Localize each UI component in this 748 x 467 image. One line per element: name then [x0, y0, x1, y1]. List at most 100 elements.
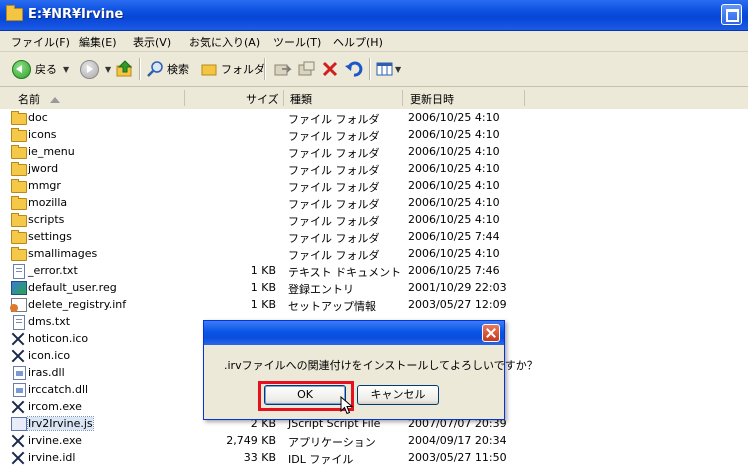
- undo-button[interactable]: [345, 59, 363, 79]
- delete-button[interactable]: [322, 59, 338, 79]
- column-date[interactable]: 更新日時: [410, 91, 454, 107]
- column-divider[interactable]: [524, 90, 525, 106]
- column-size[interactable]: サイズ: [246, 91, 279, 107]
- menu-view[interactable]: 表示(V): [133, 34, 171, 50]
- close-icon[interactable]: [482, 324, 500, 342]
- menu-help[interactable]: ヘルプ(H): [333, 34, 383, 50]
- menu-tools[interactable]: ツール(T): [273, 34, 321, 50]
- dialog-title-bar: [204, 321, 504, 345]
- dll-file-icon: [13, 366, 26, 380]
- script-file-icon: [11, 417, 27, 431]
- file-name: irvine.exe: [28, 434, 82, 447]
- forward-button[interactable]: ▼: [80, 59, 111, 79]
- irvine-icon: [11, 451, 25, 465]
- file-date: 2003/05/27 11:50: [408, 451, 507, 464]
- window-title: E:¥NR¥Irvine: [28, 7, 124, 22]
- move-to-icon: [274, 64, 292, 76]
- column-divider[interactable]: [184, 90, 185, 106]
- file-name: doc: [28, 111, 48, 124]
- search-button[interactable]: 検索: [147, 59, 189, 79]
- move-to-button[interactable]: [274, 59, 292, 79]
- chevron-down-icon[interactable]: ▼: [395, 65, 401, 74]
- column-name[interactable]: 名前: [18, 91, 60, 107]
- file-date: 2006/10/25 4:10: [408, 247, 500, 260]
- list-item[interactable]: delete_registry.inf 1 KB セットアップ情報 2003/0…: [0, 296, 748, 313]
- file-size: 33 KB: [243, 451, 276, 464]
- dialog-message: .irvファイルへの関連付けをインストールしてよろしいですか？: [224, 359, 538, 372]
- file-name: settings: [28, 230, 72, 243]
- list-item[interactable]: icons ファイル フォルダ 2006/10/25 4:10: [0, 126, 748, 143]
- file-name: smallimages: [28, 247, 98, 260]
- file-type: ファイル フォルダ: [288, 147, 380, 160]
- file-date: 2004/09/17 20:34: [408, 434, 507, 447]
- list-item[interactable]: default_user.reg 1 KB 登録エントリ 2001/10/29 …: [0, 279, 748, 296]
- file-name: default_user.reg: [28, 281, 117, 294]
- copy-to-button[interactable]: [298, 59, 316, 79]
- file-size: 1 KB: [250, 264, 276, 277]
- file-name: iras.dll: [28, 366, 65, 379]
- up-folder-button[interactable]: [116, 59, 134, 79]
- text-file-icon: [13, 315, 25, 330]
- folder-icon: [11, 128, 27, 142]
- file-type: アプリケーション: [288, 436, 376, 449]
- column-name-label: 名前: [18, 93, 40, 106]
- maximize-button[interactable]: [721, 4, 742, 25]
- text-file-icon: [13, 264, 25, 279]
- chevron-down-icon[interactable]: ▼: [105, 65, 111, 74]
- chevron-down-icon[interactable]: ▼: [63, 65, 69, 74]
- file-type: ファイル フォルダ: [288, 198, 380, 211]
- folder-icon: [11, 247, 27, 261]
- undo-icon: [345, 61, 363, 77]
- file-type: 登録エントリ: [288, 283, 354, 296]
- menu-edit[interactable]: 編集(E): [79, 34, 117, 50]
- file-name: mozilla: [28, 196, 68, 209]
- list-item[interactable]: ie_menu ファイル フォルダ 2006/10/25 4:10: [0, 143, 748, 160]
- column-divider[interactable]: [402, 90, 403, 106]
- file-date: 2006/10/25 4:10: [408, 179, 500, 192]
- file-name: dms.txt: [28, 315, 71, 328]
- cancel-button[interactable]: キャンセル: [357, 385, 439, 405]
- file-name: irvine.idl: [28, 451, 76, 464]
- column-type[interactable]: 種類: [290, 91, 312, 107]
- column-header-row: 名前 サイズ 種類 更新日時: [0, 87, 748, 110]
- search-label: 検索: [167, 63, 189, 76]
- copy-to-icon: [298, 61, 315, 76]
- file-type: セットアップ情報: [288, 300, 376, 313]
- folders-icon: [201, 64, 217, 75]
- file-size: 2,749 KB: [226, 434, 276, 447]
- menu-favorites[interactable]: お気に入り(A): [189, 34, 260, 50]
- list-item[interactable]: irvine.exe 2,749 KB アプリケーション 2004/09/17 …: [0, 432, 748, 449]
- list-item[interactable]: _error.txt 1 KB テキスト ドキュメント 2006/10/25 7…: [0, 262, 748, 279]
- list-item[interactable]: jword ファイル フォルダ 2006/10/25 4:10: [0, 160, 748, 177]
- list-item[interactable]: mmgr ファイル フォルダ 2006/10/25 4:10: [0, 177, 748, 194]
- file-name: icons: [28, 128, 57, 141]
- file-type: ファイル フォルダ: [288, 113, 380, 126]
- toolbar-separator: [264, 58, 266, 80]
- file-type: テキスト ドキュメント: [288, 266, 402, 279]
- irvine-icon: [11, 400, 25, 414]
- column-divider[interactable]: [283, 90, 284, 106]
- menu-file[interactable]: ファイル(F): [11, 34, 70, 50]
- back-button[interactable]: 戻る ▼: [12, 59, 69, 79]
- views-button[interactable]: ▼: [376, 59, 401, 79]
- list-item[interactable]: settings ファイル フォルダ 2006/10/25 7:44: [0, 228, 748, 245]
- list-item[interactable]: doc ファイル フォルダ 2006/10/25 4:10: [0, 109, 748, 126]
- file-date: 2001/10/29 22:03: [408, 281, 507, 294]
- list-item[interactable]: smallimages ファイル フォルダ 2006/10/25 4:10: [0, 245, 748, 262]
- file-size: 1 KB: [250, 281, 276, 294]
- folder-icon: [11, 111, 27, 125]
- file-name: delete_registry.inf: [28, 298, 127, 311]
- list-item[interactable]: mozilla ファイル フォルダ 2006/10/25 4:10: [0, 194, 748, 211]
- folders-button[interactable]: フォルダ: [201, 59, 265, 79]
- list-item[interactable]: scripts ファイル フォルダ 2006/10/25 4:10: [0, 211, 748, 228]
- file-name: jword: [28, 162, 59, 175]
- file-type: ファイル フォルダ: [288, 130, 380, 143]
- toolbar-separator: [369, 58, 371, 80]
- file-name: mmgr: [28, 179, 61, 192]
- folder-icon: [11, 162, 27, 176]
- dll-file-icon: [13, 383, 26, 397]
- file-size: 1 KB: [250, 298, 276, 311]
- list-item[interactable]: irvine.idl 33 KB IDL ファイル 2003/05/27 11:…: [0, 449, 748, 466]
- file-type: ファイル フォルダ: [288, 215, 380, 228]
- sort-up-icon: [50, 97, 60, 103]
